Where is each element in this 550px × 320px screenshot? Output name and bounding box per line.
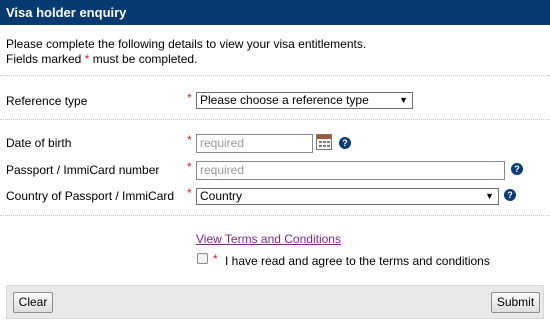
- page-title: Visa holder enquiry: [6, 5, 127, 20]
- required-marker: *: [187, 186, 192, 200]
- reference-type-value: Please choose a reference type: [200, 93, 369, 107]
- passport-label: Passport / ImmiCard number: [6, 163, 160, 177]
- help-icon[interactable]: ?: [504, 189, 516, 201]
- divider: [0, 215, 550, 216]
- intro-line-2: Fields marked * must be completed.: [6, 52, 366, 67]
- clear-button[interactable]: Clear: [13, 292, 53, 313]
- required-marker: *: [187, 160, 192, 174]
- help-icon[interactable]: ?: [339, 137, 351, 149]
- date-of-birth-field[interactable]: required: [196, 134, 313, 153]
- agree-label: I have read and agree to the terms and c…: [225, 254, 490, 268]
- country-value: Country: [200, 189, 243, 203]
- date-of-birth-label: Date of birth: [6, 136, 72, 150]
- chevron-down-icon: ▼: [485, 191, 494, 201]
- required-marker: *: [187, 91, 192, 105]
- terms-link[interactable]: View Terms and Conditions: [196, 232, 341, 246]
- page-header: Visa holder enquiry: [0, 0, 550, 25]
- form-footer: Clear Submit: [6, 285, 544, 319]
- intro-line-1: Please complete the following details to…: [6, 37, 367, 51]
- country-label: Country of Passport / ImmiCard: [6, 189, 175, 203]
- required-marker: *: [84, 52, 90, 66]
- divider: [0, 119, 550, 120]
- divider: [0, 75, 550, 76]
- reference-type-select[interactable]: Please choose a reference type ▼: [196, 92, 413, 109]
- intro-line-2-suffix: must be completed.: [92, 52, 198, 66]
- help-icon[interactable]: ?: [511, 163, 523, 175]
- passport-placeholder: required: [200, 163, 245, 177]
- submit-button[interactable]: Submit: [491, 292, 540, 313]
- calendar-icon[interactable]: [316, 134, 332, 150]
- date-of-birth-placeholder: required: [200, 136, 245, 150]
- chevron-down-icon: ▼: [399, 95, 408, 105]
- required-marker: *: [213, 252, 218, 266]
- passport-number-field[interactable]: required: [196, 161, 505, 180]
- country-select[interactable]: Country ▼: [196, 188, 499, 205]
- agree-checkbox[interactable]: [197, 253, 208, 264]
- required-marker: *: [187, 133, 192, 147]
- intro-text: Please complete the following details to…: [6, 37, 366, 67]
- intro-line-2-prefix: Fields marked: [6, 52, 82, 66]
- reference-type-label: Reference type: [6, 94, 88, 108]
